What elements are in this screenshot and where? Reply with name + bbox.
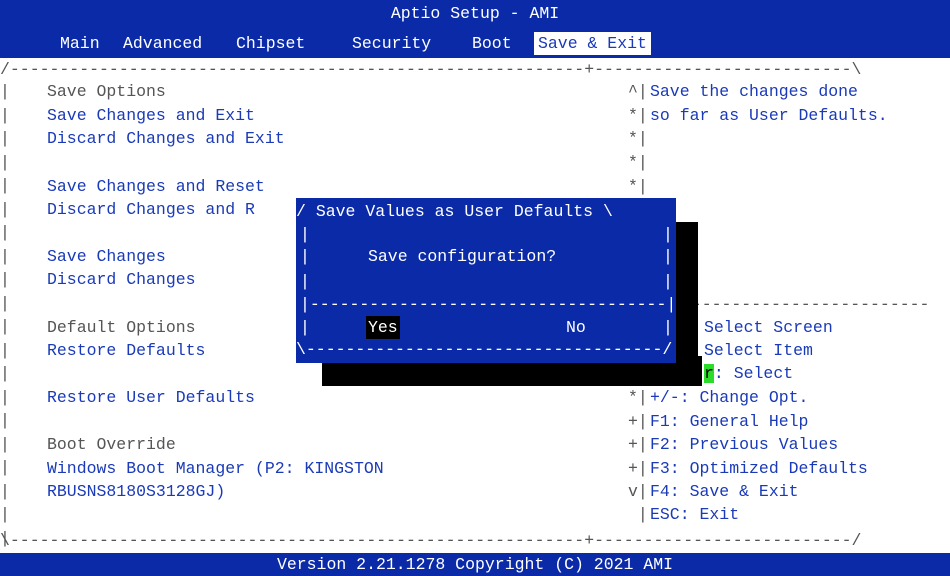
discard-changes[interactable]: Discard Changes <box>47 268 196 291</box>
help-scroll-marker: | <box>628 505 648 524</box>
dialog-right-border: | <box>663 225 673 244</box>
bottom-bar: Version 2.21.1278 Copyright (C) 2021 AMI <box>0 553 950 576</box>
help-scroll-marker: *| <box>628 106 648 125</box>
dialog-right-border: | <box>663 272 673 291</box>
tab-security[interactable]: Security <box>352 32 431 55</box>
discard-changes-and-reset[interactable]: Discard Changes and R <box>47 198 255 221</box>
default-options-header: Default Options <box>47 318 196 337</box>
restore-user-defaults[interactable]: Restore User Defaults <box>47 386 255 409</box>
help-scroll-marker: +| <box>628 412 648 431</box>
boot-override-header: Boot Override <box>47 435 176 454</box>
help-key-select-item: Select Item <box>704 341 813 360</box>
dialog-left-border: | <box>300 272 310 291</box>
tab-advanced[interactable]: Advanced <box>123 32 202 55</box>
help-scroll-marker: +| <box>628 459 648 478</box>
frame-left-border: | | | | | | | | | | | | | | | | | | | | <box>0 82 10 548</box>
dialog-left-border: | <box>300 247 310 266</box>
dialog-title: Save Values as User Defaults <box>315 202 594 221</box>
help-key-select-screen: Select Screen <box>704 318 833 337</box>
help-scroll-marker: +| <box>628 435 648 454</box>
frame-top-border: /---------------------------------------… <box>0 60 862 79</box>
dialog-message: Save configuration? <box>368 247 557 266</box>
app-title: Aptio Setup - AMI <box>390 4 560 23</box>
save-changes[interactable]: Save Changes <box>47 245 166 268</box>
tab-boot[interactable]: Boot <box>472 32 512 55</box>
help-divider: +------------------------- <box>672 295 930 314</box>
tab-chipset[interactable]: Chipset <box>236 32 305 55</box>
help-scroll-up-icon: ^| <box>628 82 648 101</box>
dialog-left-border: | <box>300 318 310 337</box>
help-scroll-down-icon: v| <box>628 482 648 501</box>
discard-changes-and-exit[interactable]: Discard Changes and Exit <box>47 127 285 150</box>
version-text: Version 2.21.1278 Copyright (C) 2021 AMI <box>276 555 674 574</box>
save-changes-and-exit[interactable]: Save Changes and Exit <box>47 104 255 127</box>
dialog-right-border: | <box>663 318 673 337</box>
enter-key-indicator: r <box>704 364 714 383</box>
dialog-right-border: | <box>663 247 673 266</box>
help-key-enter: r: Select <box>704 364 794 383</box>
tab-main[interactable]: Main <box>60 32 100 55</box>
help-key-change-opt: +/-: Change Opt. <box>650 388 809 407</box>
help-key-f1: F1: General Help <box>650 412 809 431</box>
help-key-f4: F4: Save & Exit <box>650 482 799 501</box>
help-scroll-marker: *| <box>628 177 648 196</box>
tab-save-exit[interactable]: Save & Exit <box>534 32 651 55</box>
dialog-title-bar: / Save Values as User Defaults \ <box>296 202 613 221</box>
frame-bottom-border: \---------------------------------------… <box>0 531 862 550</box>
dialog-divider: |------------------------------------| <box>300 295 677 314</box>
dialog-bottom-border: \------------------------------------/ <box>296 340 673 359</box>
save-options-header: Save Options <box>47 82 166 101</box>
bios-screen: Aptio Setup - AMI Main Advanced Chipset … <box>0 0 950 576</box>
help-scroll-marker: *| <box>628 129 648 148</box>
help-text-line1: Save the changes done <box>650 82 858 101</box>
dialog-left-border: | <box>300 225 310 244</box>
help-key-f2: F2: Previous Values <box>650 435 839 454</box>
help-scroll-marker: *| <box>628 153 648 172</box>
help-scroll-marker: *| <box>628 388 648 407</box>
boot-device-windows-boot-manager[interactable]: Windows Boot Manager (P2: KINGSTON <box>47 457 384 480</box>
help-text-line2: so far as User Defaults. <box>650 106 888 125</box>
boot-device-serial: RBUSNS8180S3128GJ) <box>47 482 226 501</box>
save-changes-and-reset[interactable]: Save Changes and Reset <box>47 175 265 198</box>
help-key-esc: ESC: Exit <box>650 505 740 524</box>
top-bar: Aptio Setup - AMI Main Advanced Chipset … <box>0 0 950 58</box>
save-values-dialog: / Save Values as User Defaults \ | | | S… <box>296 198 676 363</box>
help-key-f3: F3: Optimized Defaults <box>650 459 868 478</box>
dialog-no-button[interactable]: No <box>566 316 586 339</box>
dialog-yes-button[interactable]: Yes <box>366 316 400 339</box>
save-as-user-defaults[interactable]: Save as User Defaults <box>47 362 255 385</box>
restore-defaults[interactable]: Restore Defaults <box>47 339 205 362</box>
